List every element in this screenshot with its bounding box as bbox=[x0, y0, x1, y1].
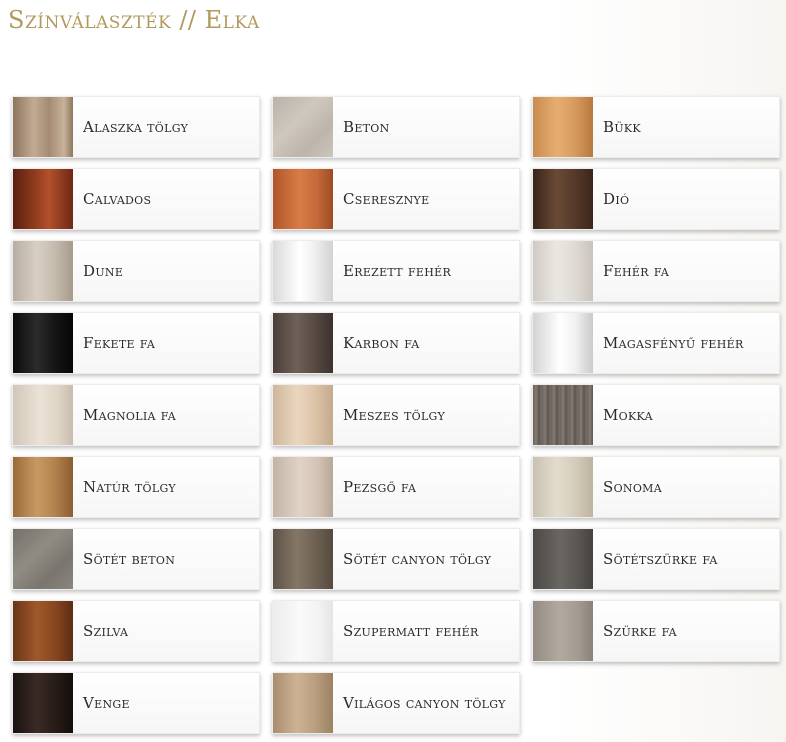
color-swatch bbox=[13, 97, 73, 157]
color-name: Szupermatt fehér bbox=[343, 622, 479, 640]
color-name: Natúr tölgy bbox=[83, 478, 176, 496]
page-title: Színválaszték // Elka bbox=[8, 6, 260, 34]
color-card[interactable]: Szilva bbox=[12, 600, 260, 662]
color-name: Fekete fa bbox=[83, 334, 156, 352]
color-name: Szürke fa bbox=[603, 622, 677, 640]
color-card[interactable]: Natúr tölgy bbox=[12, 456, 260, 518]
color-card[interactable]: Dió bbox=[532, 168, 780, 230]
color-swatch bbox=[533, 169, 593, 229]
color-card[interactable]: Pezsgő fa bbox=[272, 456, 520, 518]
color-name: Világos canyon tölgy bbox=[343, 694, 506, 712]
color-name: Meszes tölgy bbox=[343, 406, 446, 424]
color-name: Sötét beton bbox=[83, 550, 176, 568]
color-card[interactable]: Venge bbox=[12, 672, 260, 734]
color-name: Sötétszürke fa bbox=[603, 550, 718, 568]
color-card[interactable]: Sonoma bbox=[532, 456, 780, 518]
color-card[interactable]: Sötétszürke fa bbox=[532, 528, 780, 590]
color-name: Pezsgő fa bbox=[343, 478, 417, 496]
color-card[interactable]: Fekete fa bbox=[12, 312, 260, 374]
color-swatch bbox=[273, 97, 333, 157]
color-card[interactable]: Sötét beton bbox=[12, 528, 260, 590]
color-swatch bbox=[533, 313, 593, 373]
color-swatch bbox=[13, 673, 73, 733]
color-swatch bbox=[13, 241, 73, 301]
color-name: Cseresznye bbox=[343, 190, 430, 208]
color-name: Erezett fehér bbox=[343, 262, 452, 280]
color-card[interactable]: Calvados bbox=[12, 168, 260, 230]
color-swatch bbox=[273, 457, 333, 517]
color-card[interactable]: Alaszka tölgy bbox=[12, 96, 260, 158]
color-swatch bbox=[273, 601, 333, 661]
color-card[interactable]: Bükk bbox=[532, 96, 780, 158]
color-name: Magasfényű fehér bbox=[603, 334, 744, 352]
color-card[interactable]: Mokka bbox=[532, 384, 780, 446]
color-card[interactable]: Fehér fa bbox=[532, 240, 780, 302]
color-swatch bbox=[533, 385, 593, 445]
color-name: Alaszka tölgy bbox=[83, 118, 189, 136]
color-card[interactable]: Erezett fehér bbox=[272, 240, 520, 302]
color-swatch bbox=[533, 529, 593, 589]
color-swatch bbox=[13, 169, 73, 229]
color-name: Szilva bbox=[83, 622, 129, 640]
color-name: Venge bbox=[83, 694, 130, 712]
color-swatch bbox=[13, 601, 73, 661]
color-swatch bbox=[273, 529, 333, 589]
color-card[interactable]: Karbon fa bbox=[272, 312, 520, 374]
color-name: Beton bbox=[343, 118, 390, 136]
color-swatch bbox=[533, 97, 593, 157]
color-swatch bbox=[533, 601, 593, 661]
color-name: Sonoma bbox=[603, 478, 662, 496]
color-swatch bbox=[273, 313, 333, 373]
color-swatch bbox=[273, 673, 333, 733]
color-swatch bbox=[273, 241, 333, 301]
color-name: Fehér fa bbox=[603, 262, 670, 280]
color-card[interactable]: Magnolia fa bbox=[12, 384, 260, 446]
color-name: Mokka bbox=[603, 406, 653, 424]
color-name: Dune bbox=[83, 262, 124, 280]
color-card[interactable]: Szürke fa bbox=[532, 600, 780, 662]
color-card[interactable]: Dune bbox=[12, 240, 260, 302]
color-card[interactable]: Beton bbox=[272, 96, 520, 158]
color-swatch bbox=[533, 241, 593, 301]
color-swatch bbox=[13, 385, 73, 445]
color-name: Sötét canyon tölgy bbox=[343, 550, 492, 568]
color-swatch bbox=[13, 529, 73, 589]
color-name: Karbon fa bbox=[343, 334, 420, 352]
color-card[interactable]: Magasfényű fehér bbox=[532, 312, 780, 374]
color-grid: Alaszka tölgy Beton Bükk Calvados Cseresznye… bbox=[12, 96, 780, 734]
color-card[interactable]: Világos canyon tölgy bbox=[272, 672, 520, 734]
color-name: Bükk bbox=[603, 118, 641, 136]
color-swatch bbox=[273, 385, 333, 445]
color-card[interactable]: Sötét canyon tölgy bbox=[272, 528, 520, 590]
color-name: Magnolia fa bbox=[83, 406, 177, 424]
color-card[interactable]: Szupermatt fehér bbox=[272, 600, 520, 662]
color-name: Calvados bbox=[83, 190, 152, 208]
color-swatch bbox=[13, 313, 73, 373]
color-swatch bbox=[533, 457, 593, 517]
color-swatch bbox=[273, 169, 333, 229]
color-card[interactable]: Meszes tölgy bbox=[272, 384, 520, 446]
color-swatch bbox=[13, 457, 73, 517]
color-card[interactable]: Cseresznye bbox=[272, 168, 520, 230]
color-name: Dió bbox=[603, 190, 630, 208]
